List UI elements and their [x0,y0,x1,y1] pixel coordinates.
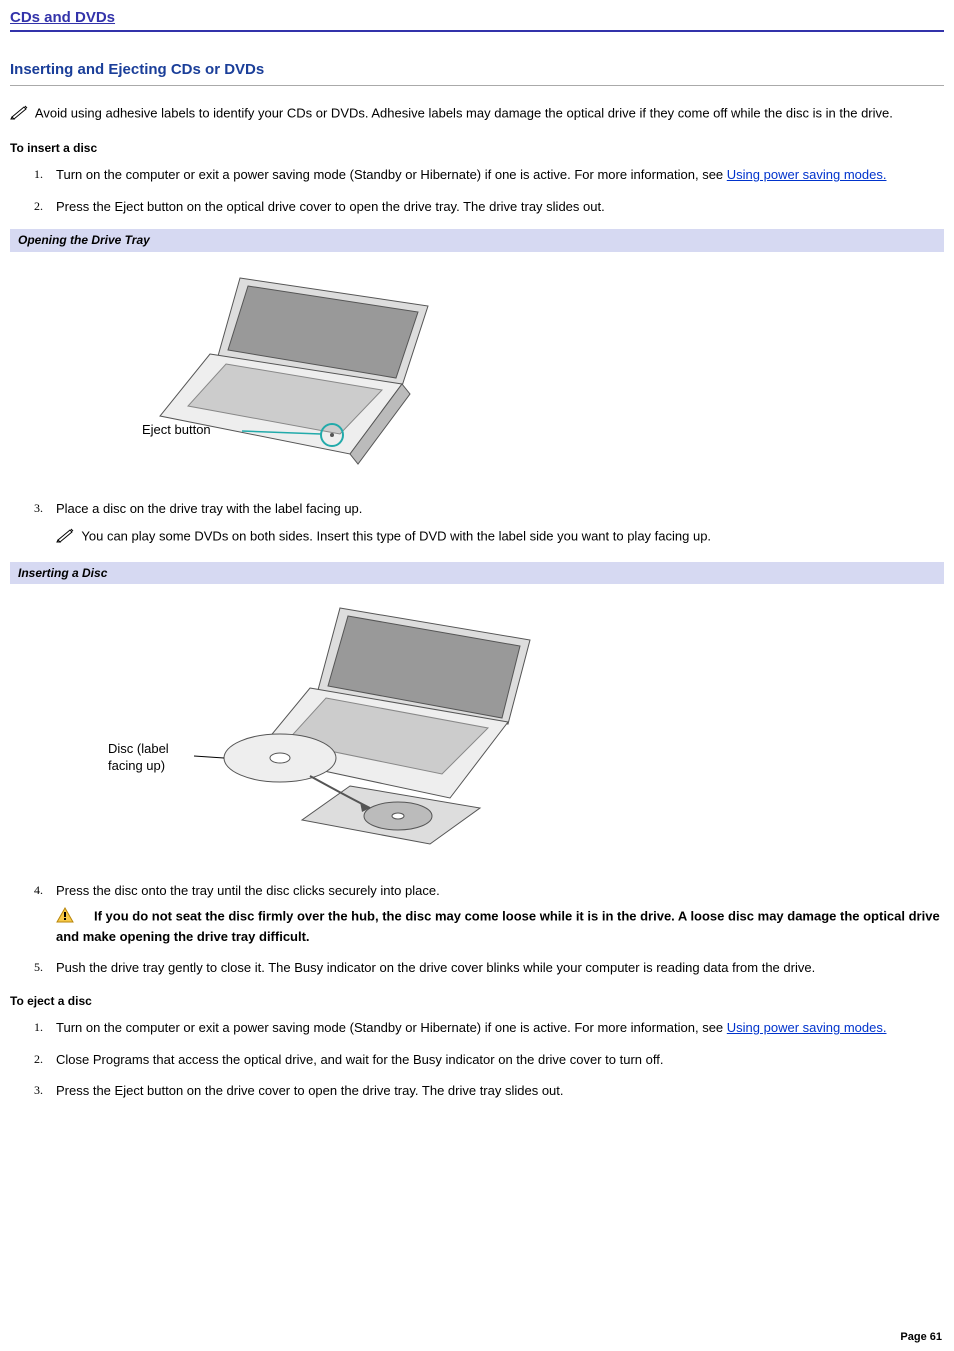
step-text: Press the Eject button on the drive cove… [56,1083,564,1098]
figure-caption: Inserting a Disc [10,562,944,584]
page-title: CDs and DVDs [10,8,944,32]
list-item: Press the disc onto the tray until the d… [56,882,944,946]
power-modes-link[interactable]: Using power saving modes. [727,1020,887,1035]
note-icon [10,104,30,125]
laptop-insert-illustration: Disc (label facing up) [10,598,570,858]
note-icon [56,527,76,548]
intro-note: Avoid using adhesive labels to identify … [10,104,944,125]
seat-disc-warning: If you do not seat the disc firmly over … [56,907,944,945]
list-item: Place a disc on the drive tray with the … [56,500,944,548]
section-heading: Inserting and Ejecting CDs or DVDs [10,60,944,85]
laptop-eject-illustration: Eject button [10,266,470,476]
warning-text: If you do not seat the disc firmly over … [56,909,940,944]
list-item: Close Programs that access the optical d… [56,1051,944,1069]
intro-note-text: Avoid using adhesive labels to identify … [35,105,893,120]
figure-inserting-disc: Disc (label facing up) [10,584,944,882]
step-text: Place a disc on the drive tray with the … [56,501,362,516]
list-item: Turn on the computer or exit a power sav… [56,1019,944,1037]
figure-caption: Opening the Drive Tray [10,229,944,251]
insert-steps-cont: Place a disc on the drive tray with the … [10,500,944,548]
disc-label-callout-1: Disc (label [108,741,169,756]
eject-button-label: Eject button [142,422,211,437]
step-text: Push the drive tray gently to close it. … [56,960,815,975]
list-item: Push the drive tray gently to close it. … [56,959,944,977]
eject-heading: To eject a disc [10,993,944,1009]
eject-steps: Turn on the computer or exit a power sav… [10,1019,944,1100]
step-text: Close Programs that access the optical d… [56,1052,663,1067]
insert-steps: Turn on the computer or exit a power sav… [10,166,944,215]
list-item: Press the Eject button on the drive cove… [56,1082,944,1100]
list-item: Turn on the computer or exit a power sav… [56,166,944,184]
note-text: You can play some DVDs on both sides. In… [81,529,711,544]
step-text: Press the disc onto the tray until the d… [56,883,440,898]
disc-label-callout-2: facing up) [108,758,165,773]
figure-opening-tray: Eject button [10,252,944,500]
dvd-both-sides-note: You can play some DVDs on both sides. In… [56,527,944,548]
insert-heading: To insert a disc [10,140,944,156]
page-number: Page 61 [900,1330,942,1345]
power-modes-link[interactable]: Using power saving modes. [727,167,887,182]
insert-steps-cont2: Press the disc onto the tray until the d… [10,882,944,977]
list-item: Press the Eject button on the optical dr… [56,198,944,216]
step-text: Press the Eject button on the optical dr… [56,199,605,214]
step-text: Turn on the computer or exit a power sav… [56,1020,727,1035]
warning-icon [56,907,74,928]
step-text: Turn on the computer or exit a power sav… [56,167,727,182]
